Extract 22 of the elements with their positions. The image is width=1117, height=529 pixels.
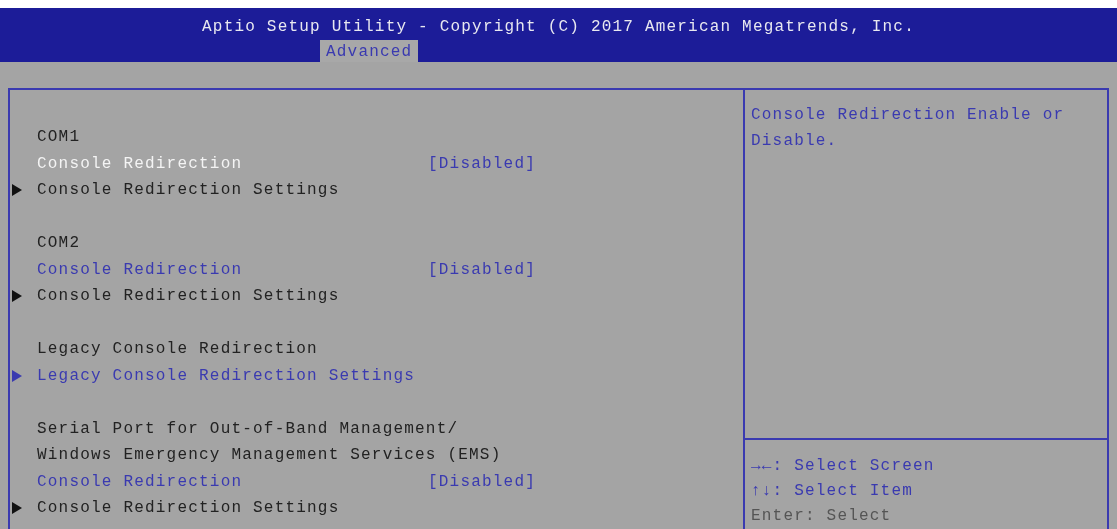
section-heading: COM2: [37, 234, 81, 253]
setting-label[interactable]: Console Redirection: [37, 260, 428, 279]
setting-label[interactable]: Console Redirection: [37, 472, 428, 491]
setting-value[interactable]: [Disabled]: [428, 260, 536, 279]
triangle-icon: [12, 290, 22, 303]
key-hint: Enter: Select: [751, 506, 893, 527]
setting-value[interactable]: [Disabled]: [428, 472, 536, 491]
section-heading: Windows Emergency Management Services (EMS): [37, 446, 502, 465]
submenu-link[interactable]: Legacy Console Redirection Settings: [37, 366, 428, 385]
section-heading: Serial Port for Out-of-Band Management/: [37, 419, 459, 438]
menu-tab[interactable]: Advanced: [320, 40, 419, 62]
section-heading: COM1: [37, 128, 81, 147]
triangle-icon: [12, 184, 22, 197]
window-title: Aptio Setup Utility - Copyright (C) 2017 American Megatrends, Inc.: [202, 17, 915, 38]
help-text: Console Redirection Enable or Disable.: [751, 105, 1066, 152]
key-hint: ↑↓: Select Item: [751, 481, 915, 502]
key-hint: →←: Select Screen: [751, 456, 936, 477]
section-heading: Legacy Console Redirection: [37, 340, 318, 359]
triangle-icon: [12, 502, 22, 515]
setting-value[interactable]: [Disabled]: [428, 154, 536, 173]
triangle-icon: [12, 369, 22, 382]
setting-label[interactable]: Console Redirection: [37, 154, 428, 173]
